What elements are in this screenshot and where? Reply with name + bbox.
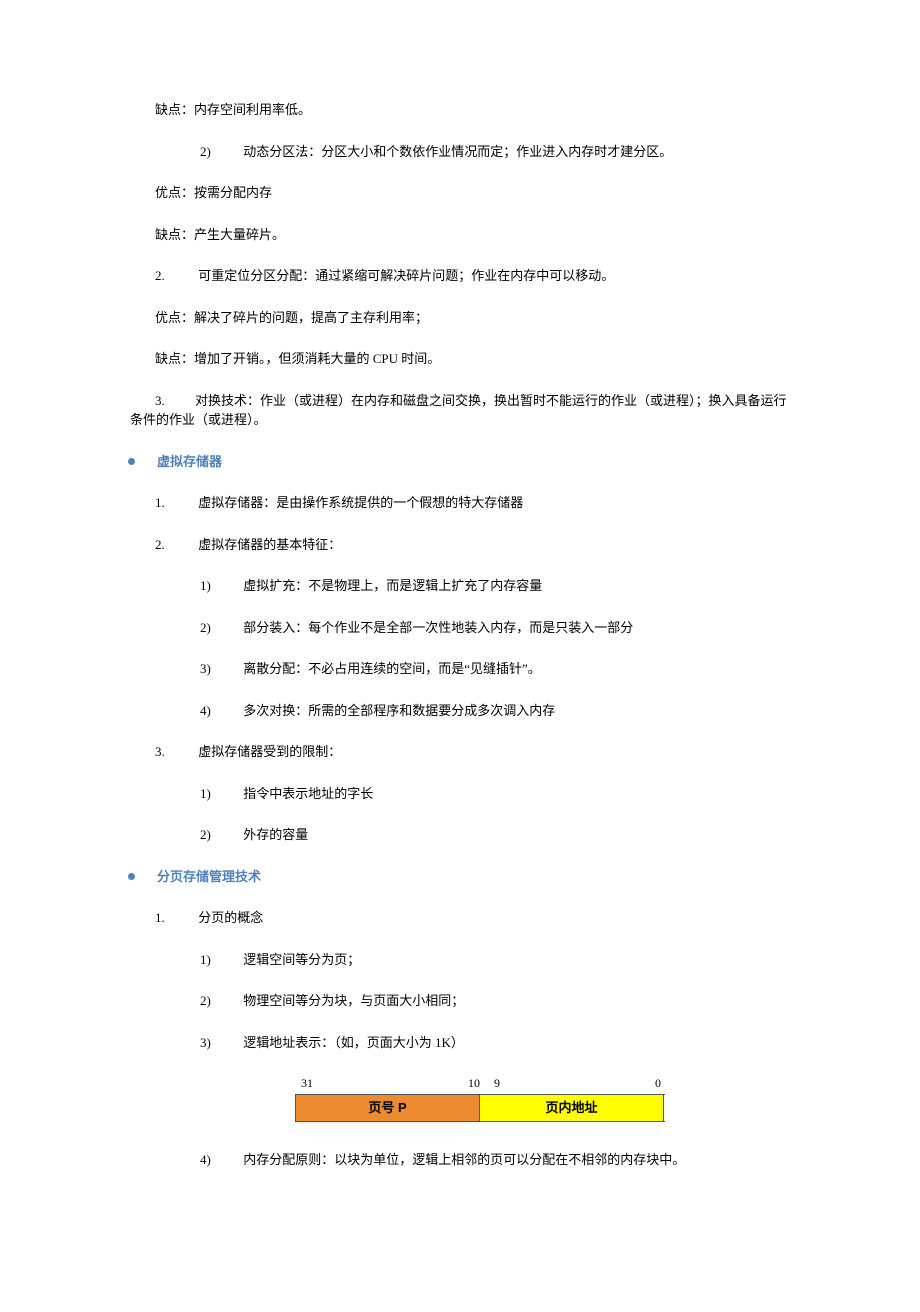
section-heading: 虚拟存储器 bbox=[0, 452, 920, 472]
text: 虚拟存储器受到的限制： bbox=[198, 744, 341, 759]
text: 逻辑地址表示：（如，页面大小为 1K） bbox=[243, 1035, 464, 1050]
text: 离散分配：不必占用连续的空间，而是“见缝插针”。 bbox=[243, 661, 541, 676]
text: 指令中表示地址的字长 bbox=[243, 786, 373, 801]
list-item: 3. 虚拟存储器受到的限制： bbox=[0, 742, 920, 762]
text: 虚拟扩充：不是物理上，而是逻辑上扩充了内存容量 bbox=[243, 578, 542, 593]
list-marker: 2) bbox=[200, 991, 240, 1011]
list-item: 2) 物理空间等分为块，与页面大小相同； bbox=[0, 991, 920, 1011]
list-marker: 2) bbox=[200, 618, 240, 638]
list-marker: 3) bbox=[200, 1033, 240, 1053]
text: 动态分区法：分区大小和个数依作业情况而定；作业进入内存时才建分区。 bbox=[243, 144, 672, 159]
text: 物理空间等分为块，与页面大小相同； bbox=[243, 993, 464, 1008]
text: 缺点：内存空间利用率低。 bbox=[155, 102, 311, 117]
paragraph: 缺点：增加了开销。，但须消耗大量的 CPU 时间。 bbox=[0, 349, 920, 369]
paragraph: 优点：按需分配内存 bbox=[0, 183, 920, 203]
bit-label-9: 9 bbox=[488, 1074, 500, 1092]
list-item: 4) 内存分配原则：以块为单位，逻辑上相邻的页可以分配在不相邻的内存块中。 bbox=[0, 1150, 920, 1170]
address-diagram: 31 10 9 0 页号 P 页内地址 bbox=[295, 1074, 665, 1122]
list-marker: 3) bbox=[200, 659, 240, 679]
list-item: 1. 分页的概念 bbox=[0, 908, 920, 928]
paragraph: 缺点：内存空间利用率低。 bbox=[0, 100, 920, 120]
bit-label-10: 10 bbox=[468, 1074, 488, 1092]
list-marker: 3. bbox=[155, 742, 195, 762]
text: 缺点：增加了开销。，但须消耗大量的 CPU 时间。 bbox=[155, 351, 440, 366]
list-item: 1) 指令中表示地址的字长 bbox=[0, 784, 920, 804]
bit-label-0: 0 bbox=[655, 1074, 663, 1092]
list-item: 2) 部分装入：每个作业不是全部一次性地装入内存，而是只装入一部分 bbox=[0, 618, 920, 638]
list-item: 4) 多次对换：所需的全部程序和数据要分成多次调入内存 bbox=[0, 701, 920, 721]
paragraph: 优点：解决了碎片的问题，提高了主存利用率； bbox=[0, 308, 920, 328]
text: 分页的概念 bbox=[198, 910, 263, 925]
bit-labels: 31 10 9 0 bbox=[295, 1074, 665, 1094]
list-item: 3) 逻辑地址表示：（如，页面大小为 1K） bbox=[0, 1033, 920, 1053]
list-marker: 3. bbox=[155, 391, 195, 411]
list-item: 2. 虚拟存储器的基本特征： bbox=[0, 535, 920, 555]
list-item: 2) 动态分区法：分区大小和个数依作业情况而定；作业进入内存时才建分区。 bbox=[0, 142, 920, 162]
list-item: 1) 逻辑空间等分为页； bbox=[0, 950, 920, 970]
text: 部分装入：每个作业不是全部一次性地装入内存，而是只装入一部分 bbox=[243, 620, 633, 635]
text: 逻辑空间等分为页； bbox=[243, 952, 360, 967]
text: 对换技术：作业（或进程）在内存和磁盘之间交换，换出暂时不能运行的作业（或进程）；… bbox=[130, 393, 787, 428]
text: 内存分配原则：以块为单位，逻辑上相邻的页可以分配在不相邻的内存块中。 bbox=[243, 1152, 685, 1167]
list-marker: 4) bbox=[200, 701, 240, 721]
list-item: 2. 可重定位分区分配：通过紧缩可解决碎片问题；作业在内存中可以移动。 bbox=[0, 266, 920, 286]
section-heading: 分页存储管理技术 bbox=[0, 867, 920, 887]
text: 缺点：产生大量碎片。 bbox=[155, 227, 285, 242]
list-marker: 1. bbox=[155, 493, 195, 513]
text: 虚拟存储器的基本特征： bbox=[198, 537, 341, 552]
list-item: 2) 外存的容量 bbox=[0, 825, 920, 845]
label: 页号 P bbox=[368, 1098, 406, 1118]
text: 多次对换：所需的全部程序和数据要分成多次调入内存 bbox=[243, 703, 555, 718]
bullet-icon bbox=[128, 458, 135, 465]
text: 虚拟存储器：是由操作系统提供的一个假想的特大存储器 bbox=[198, 495, 523, 510]
paragraph: 缺点：产生大量碎片。 bbox=[0, 225, 920, 245]
list-item: 1. 虚拟存储器：是由操作系统提供的一个假想的特大存储器 bbox=[0, 493, 920, 513]
list-marker: 1) bbox=[200, 950, 240, 970]
list-item: 3) 离散分配：不必占用连续的空间，而是“见缝插针”。 bbox=[0, 659, 920, 679]
section-title: 虚拟存储器 bbox=[157, 452, 222, 472]
section-title: 分页存储管理技术 bbox=[157, 867, 261, 887]
bullet-icon bbox=[128, 873, 135, 880]
list-marker: 4) bbox=[200, 1150, 240, 1170]
list-marker: 2) bbox=[200, 142, 240, 162]
list-marker: 1. bbox=[155, 908, 195, 928]
text: 优点：解决了碎片的问题，提高了主存利用率； bbox=[155, 310, 428, 325]
list-marker: 2. bbox=[155, 266, 195, 286]
text: 优点：按需分配内存 bbox=[155, 185, 272, 200]
text: 外存的容量 bbox=[243, 827, 308, 842]
offset-field: 页内地址 bbox=[479, 1095, 664, 1121]
list-marker: 1) bbox=[200, 576, 240, 596]
bit-label-31: 31 bbox=[297, 1074, 313, 1092]
list-item: 3.对换技术：作业（或进程）在内存和磁盘之间交换，换出暂时不能运行的作业（或进程… bbox=[0, 391, 920, 430]
address-fields: 页号 P 页内地址 bbox=[295, 1094, 665, 1122]
list-item: 1) 虚拟扩充：不是物理上，而是逻辑上扩充了内存容量 bbox=[0, 576, 920, 596]
label: 页内地址 bbox=[545, 1098, 597, 1118]
list-marker: 1) bbox=[200, 784, 240, 804]
list-marker: 2) bbox=[200, 825, 240, 845]
list-marker: 2. bbox=[155, 535, 195, 555]
page-number-field: 页号 P bbox=[295, 1095, 480, 1121]
text: 可重定位分区分配：通过紧缩可解决碎片问题；作业在内存中可以移动。 bbox=[198, 268, 614, 283]
